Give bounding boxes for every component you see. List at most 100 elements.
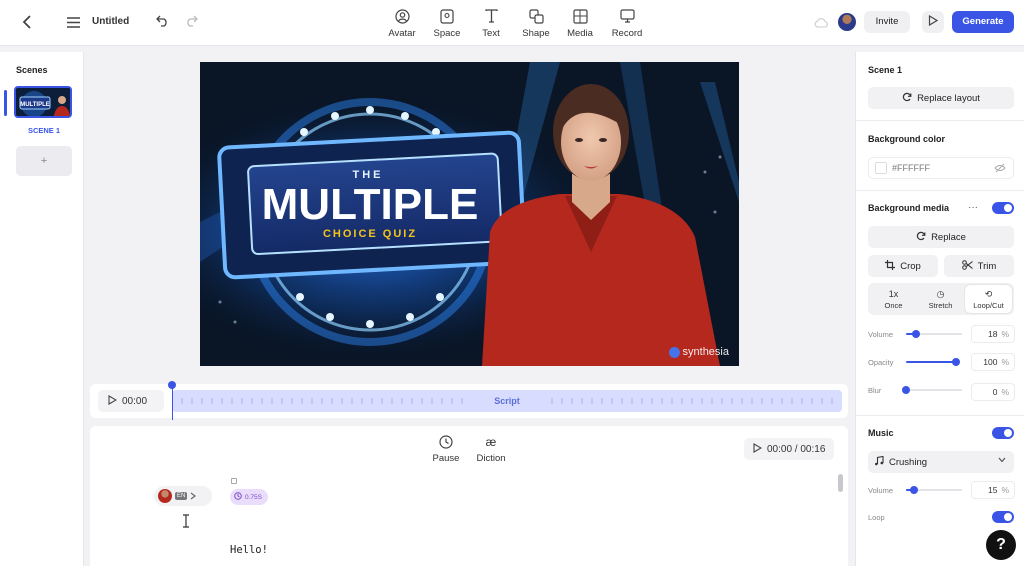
crop-button[interactable]: Crop	[868, 255, 938, 277]
add-scene-button[interactable]: +	[16, 146, 72, 176]
slider-knob[interactable]	[902, 386, 910, 394]
tool-label: Text	[482, 28, 500, 39]
music-track-dropdown[interactable]: Crushing	[868, 451, 1014, 473]
loop-label: Loop	[868, 513, 885, 522]
clock-icon	[234, 492, 242, 502]
mode-stretch[interactable]: ◷ Stretch	[917, 285, 964, 313]
watermark-text: synthesia	[682, 346, 729, 358]
script-play-button[interactable]: 00:00 / 00:16	[744, 438, 834, 460]
script-text[interactable]: Hello!	[230, 544, 268, 556]
mode-label: Once	[884, 301, 903, 310]
blur-slider[interactable]	[902, 386, 962, 394]
playhead-handle[interactable]	[168, 381, 176, 389]
help-button[interactable]: ?	[986, 530, 1016, 560]
more-options-icon[interactable]: ···	[968, 202, 978, 213]
diction-tool[interactable]: æ Diction	[474, 434, 508, 464]
percent-unit: %	[1001, 485, 1009, 495]
scene-active-indicator	[4, 90, 7, 116]
project-title[interactable]: Untitled	[92, 16, 129, 27]
opacity-value: 100	[983, 357, 998, 367]
opacity-value-field[interactable]: 100%	[971, 353, 1015, 371]
music-volume-value-field[interactable]: 15%	[971, 481, 1015, 499]
mode-once[interactable]: 1x Once	[870, 285, 917, 313]
slider-knob[interactable]	[912, 330, 921, 338]
tool-label: Record	[611, 28, 643, 39]
record-icon	[607, 7, 647, 25]
opacity-label: Opacity	[868, 358, 894, 367]
playhead[interactable]	[172, 384, 173, 420]
tool-record[interactable]: Record	[607, 7, 647, 39]
music-toggle[interactable]	[992, 427, 1014, 439]
canvas-title-big: MULTIPLE	[262, 180, 479, 229]
mode-loop-cut[interactable]: ⟲ Loop/Cut	[965, 285, 1012, 313]
eye-off-icon[interactable]	[994, 163, 1006, 175]
preview-play-button[interactable]	[922, 11, 944, 33]
play-icon	[753, 442, 763, 456]
play-icon	[108, 394, 118, 408]
scene-thumb-text: MULTIPLE	[20, 102, 50, 108]
timeline-play-button[interactable]: 00:00	[98, 390, 164, 412]
clock-icon	[430, 434, 462, 450]
pause-duration: 0.75S	[245, 493, 262, 501]
trim-label: Trim	[977, 260, 997, 272]
tool-label: Space	[433, 28, 461, 39]
tool-shape[interactable]: Shape	[516, 7, 556, 39]
scene-thumbnail[interactable]: MULTIPLE	[14, 86, 72, 118]
scenes-panel: Scenes MULTIPLE SCENE 1 +	[0, 52, 84, 566]
slider-knob[interactable]	[952, 358, 960, 366]
background-color-field[interactable]: #FFFFFF	[868, 157, 1014, 179]
pause-tool[interactable]: Pause	[430, 434, 462, 464]
undo-icon[interactable]	[156, 15, 169, 31]
script-track[interactable]: Script	[172, 390, 842, 412]
tool-space[interactable]: Space	[427, 7, 467, 39]
language-badge: EN	[175, 492, 188, 500]
music-note-icon	[874, 455, 884, 469]
tool-avatar[interactable]: Avatar	[382, 7, 422, 39]
scene-canvas[interactable]: THE MULTIPLE CHOICE QUIZ synthesia	[200, 62, 739, 366]
background-media-toggle[interactable]	[992, 202, 1014, 214]
invite-button[interactable]: Invite	[864, 11, 910, 33]
color-swatch[interactable]	[875, 162, 887, 174]
refresh-icon	[902, 92, 912, 105]
opacity-slider[interactable]	[906, 358, 960, 366]
music-volume-label: Volume	[868, 486, 894, 495]
scene-label[interactable]: SCENE 1	[0, 126, 88, 135]
volume-label: Volume	[868, 330, 894, 339]
scissors-icon	[961, 259, 973, 273]
refresh-icon	[916, 231, 926, 244]
script-scrollbar[interactable]	[838, 474, 843, 492]
menu-icon[interactable]	[67, 16, 80, 32]
background-color-label: Background color	[868, 134, 946, 144]
pause-chip[interactable]: 0.75S	[230, 489, 268, 505]
speaker-chip[interactable]: EN	[154, 486, 212, 506]
color-value: #FFFFFF	[892, 163, 930, 173]
loop-toggle[interactable]	[992, 511, 1014, 523]
scenes-title: Scenes	[16, 65, 48, 75]
replace-label: Replace	[931, 231, 966, 243]
trim-button[interactable]: Trim	[944, 255, 1014, 277]
replace-layout-button[interactable]: Replace layout	[868, 87, 1014, 109]
replace-button[interactable]: Replace	[868, 226, 1014, 248]
slider-knob[interactable]	[910, 486, 919, 494]
generate-button[interactable]: Generate	[952, 11, 1014, 33]
back-chevron-icon[interactable]	[22, 15, 32, 33]
diction-icon: æ	[485, 435, 497, 449]
music-volume-slider[interactable]	[906, 486, 962, 494]
divider	[856, 120, 1024, 121]
script-editor: Pause æ Diction 00:00 / 00:16 EN 0.75S H…	[90, 426, 848, 566]
chevron-down-icon	[998, 456, 1006, 465]
mode-label: Stretch	[928, 301, 953, 310]
tool-label: Shape	[522, 28, 550, 39]
synthesia-watermark: synthesia	[668, 346, 729, 358]
redo-icon[interactable]	[185, 15, 198, 31]
diction-label: Diction	[476, 453, 506, 464]
text-icon	[471, 7, 511, 25]
replace-layout-label: Replace layout	[917, 92, 980, 104]
avatar-icon	[382, 7, 422, 25]
tool-text[interactable]: Text	[471, 7, 511, 39]
volume-value-field[interactable]: 18%	[971, 325, 1015, 343]
blur-value-field[interactable]: 0%	[971, 383, 1015, 401]
volume-slider[interactable]	[906, 330, 962, 338]
user-avatar[interactable]	[838, 13, 856, 31]
tool-media[interactable]: Media	[560, 7, 600, 39]
